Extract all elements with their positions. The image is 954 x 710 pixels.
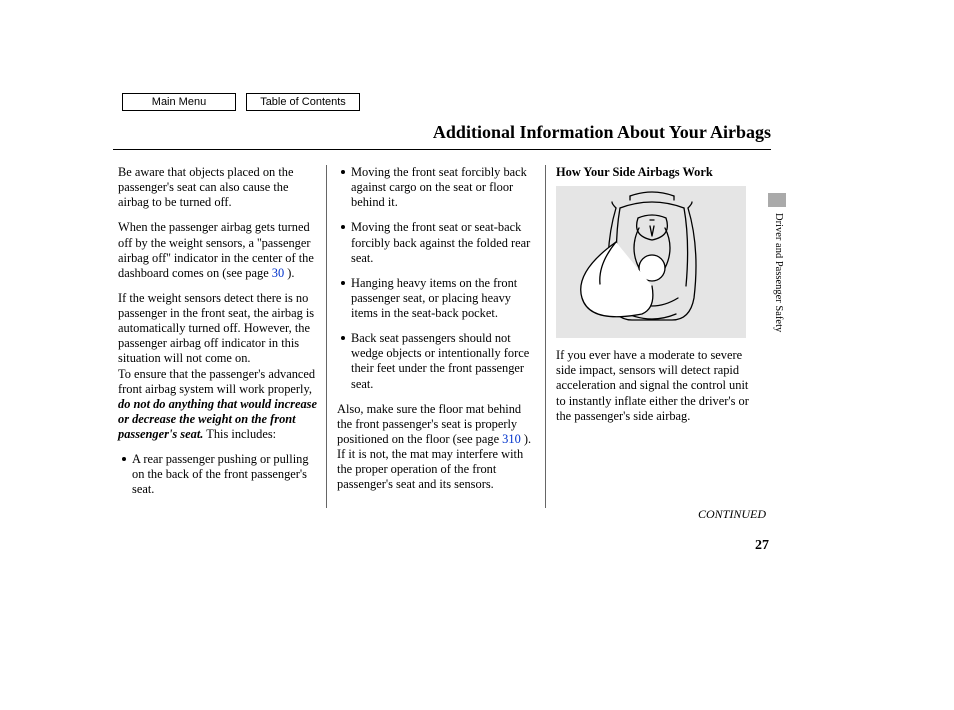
column-1: Be aware that objects placed on the pass… (118, 165, 327, 508)
paragraph: Be aware that objects placed on the pass… (118, 165, 320, 210)
section-heading: How Your Side Airbags Work (556, 165, 758, 180)
paragraph: If the weight sensors detect there is no… (118, 291, 320, 367)
list-item: A rear passenger pushing or pulling on t… (132, 452, 320, 497)
column-2: Moving the front seat forcibly back agai… (327, 165, 546, 508)
toc-button[interactable]: Table of Contents (246, 93, 360, 111)
paragraph: Also, make sure the floor mat behind the… (337, 402, 539, 493)
text: ). (284, 266, 294, 280)
page-title: Additional Information About Your Airbag… (113, 122, 771, 150)
text: Also, make sure the floor mat behind the… (337, 402, 521, 446)
body-columns: Be aware that objects placed on the pass… (118, 165, 768, 508)
page-number: 27 (755, 538, 769, 554)
paragraph: To ensure that the passenger's advanced … (118, 367, 320, 443)
list-item: Back seat passengers should not wedge ob… (351, 331, 539, 392)
side-airbag-illustration (556, 186, 746, 338)
tab-label: Driver and Passenger Safety (773, 213, 784, 332)
page-link-310[interactable]: 310 (502, 432, 521, 446)
list-item: Moving the front seat forcibly back agai… (351, 165, 539, 210)
continued-label: CONTINUED (698, 507, 766, 522)
list-item: Hanging heavy items on the front passeng… (351, 276, 539, 321)
main-menu-button[interactable]: Main Menu (122, 93, 236, 111)
section-tab: Driver and Passenger Safety (768, 193, 786, 363)
page-link-30[interactable]: 30 (272, 266, 284, 280)
paragraph: When the passenger airbag gets turned of… (118, 220, 320, 281)
text: This includes: (203, 427, 276, 441)
tab-marker (768, 193, 786, 207)
paragraph: If you ever have a moderate to severe si… (556, 348, 758, 424)
list-item: Moving the front seat or seat-back forci… (351, 220, 539, 265)
text: To ensure that the passenger's advanced … (118, 367, 315, 396)
column-3: How Your Side Airbags Work (546, 165, 768, 508)
